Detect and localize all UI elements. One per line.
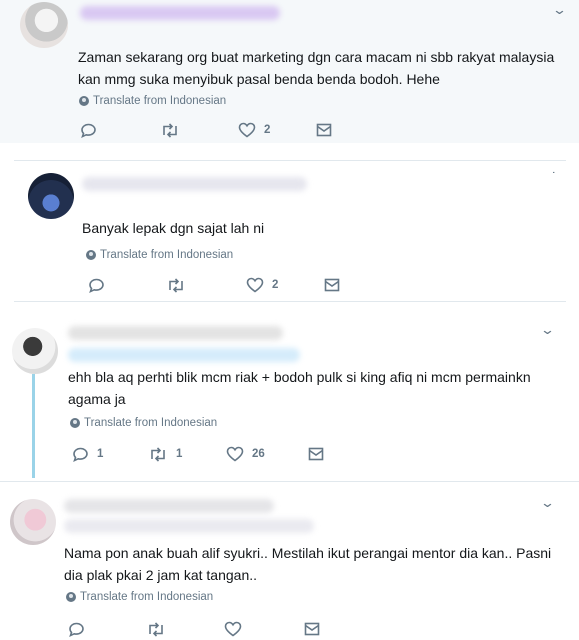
translate-link[interactable]: Translate from Indonesian [66,591,213,603]
like-count: 2 [264,124,271,136]
tweet-actions: 1 1 26 [72,446,324,462]
envelope-icon [304,622,320,636]
like-button[interactable]: 26 [226,446,308,462]
reply-icon [89,278,104,293]
reply-icon [73,447,88,462]
avatar[interactable] [20,2,68,48]
dm-button[interactable] [304,622,320,636]
reply-icon [69,622,84,637]
author-handle-redacted [64,519,314,533]
like-button[interactable]: 2 [238,122,316,138]
envelope-icon [308,447,324,461]
dm-button[interactable] [324,278,340,292]
reply-button[interactable]: 1 [72,447,148,462]
avatar[interactable] [28,173,74,219]
chevron-down-icon[interactable]: ⌄ [552,2,567,18]
translate-label: Translate from Indonesian [93,95,227,107]
tweet-actions [68,621,320,637]
tweet-2[interactable]: · Banyak lepak dgn sajat lah ni Translat… [14,160,566,302]
retweet-button[interactable] [146,621,224,637]
translate-label: Translate from Indonesian [100,249,234,261]
retweet-button[interactable] [166,277,246,293]
reply-count: 1 [97,448,104,460]
retweet-icon [151,446,165,462]
retweet-icon [169,277,183,293]
dm-button[interactable] [316,123,332,137]
heart-icon [246,277,264,293]
reply-button[interactable] [88,278,166,293]
tweet-4[interactable]: ⌄ Nama pon anak buah alif syukri.. Mesti… [0,483,579,640]
retweet-button[interactable] [160,122,238,138]
retweet-icon [149,621,163,637]
like-button[interactable]: 2 [246,277,324,293]
retweet-icon [163,122,177,138]
reply-button[interactable] [80,123,160,138]
globe-icon [66,592,76,602]
translate-label: Translate from Indonesian [84,417,218,429]
author-handle-redacted [68,348,300,362]
tweet-1[interactable]: ⌄ Zaman sekarang org buat marketing dgn … [0,0,579,143]
globe-icon [70,418,80,428]
like-count: 2 [272,279,279,291]
author-name-redacted [80,6,280,20]
author-name-redacted [68,326,283,340]
retweet-count: 1 [176,448,183,460]
tweet-actions: 2 [80,122,332,138]
reply-icon [81,123,96,138]
author-name-redacted [82,177,307,191]
like-count: 26 [252,448,265,460]
tweet-text: Banyak lepak dgn sajat lah ni [82,220,265,236]
translate-link[interactable]: Translate from Indonesian [79,95,226,107]
heart-icon [226,446,244,462]
retweet-button[interactable]: 1 [148,446,226,462]
globe-icon [79,96,89,106]
avatar[interactable] [12,328,58,374]
globe-icon [86,250,96,260]
chevron-down-icon[interactable]: · [551,167,556,178]
tweet-actions: 2 [88,277,340,293]
chevron-down-icon[interactable]: ⌄ [540,322,555,338]
reply-button[interactable] [68,622,146,637]
author-name-redacted [64,499,274,513]
heart-icon [238,122,256,138]
thread-line [32,374,35,478]
tweet-text: Nama pon anak buah alif syukri.. Mestila… [64,545,552,583]
tweet-text: ehh bla aq perhti blik mcm riak + bodoh … [68,369,531,407]
like-button[interactable] [224,621,304,637]
avatar[interactable] [10,499,56,545]
translate-link[interactable]: Translate from Indonesian [86,249,233,261]
tweet-3[interactable]: ⌄ ehh bla aq perhti blik mcm riak + bodo… [0,318,579,482]
heart-icon [224,621,242,637]
tweet-text: Zaman sekarang org buat marketing dgn ca… [78,49,555,87]
envelope-icon [316,123,332,137]
dm-button[interactable] [308,447,324,461]
translate-link[interactable]: Translate from Indonesian [70,417,217,429]
envelope-icon [324,278,340,292]
translate-label: Translate from Indonesian [80,591,214,603]
chevron-down-icon[interactable]: ⌄ [540,495,555,511]
